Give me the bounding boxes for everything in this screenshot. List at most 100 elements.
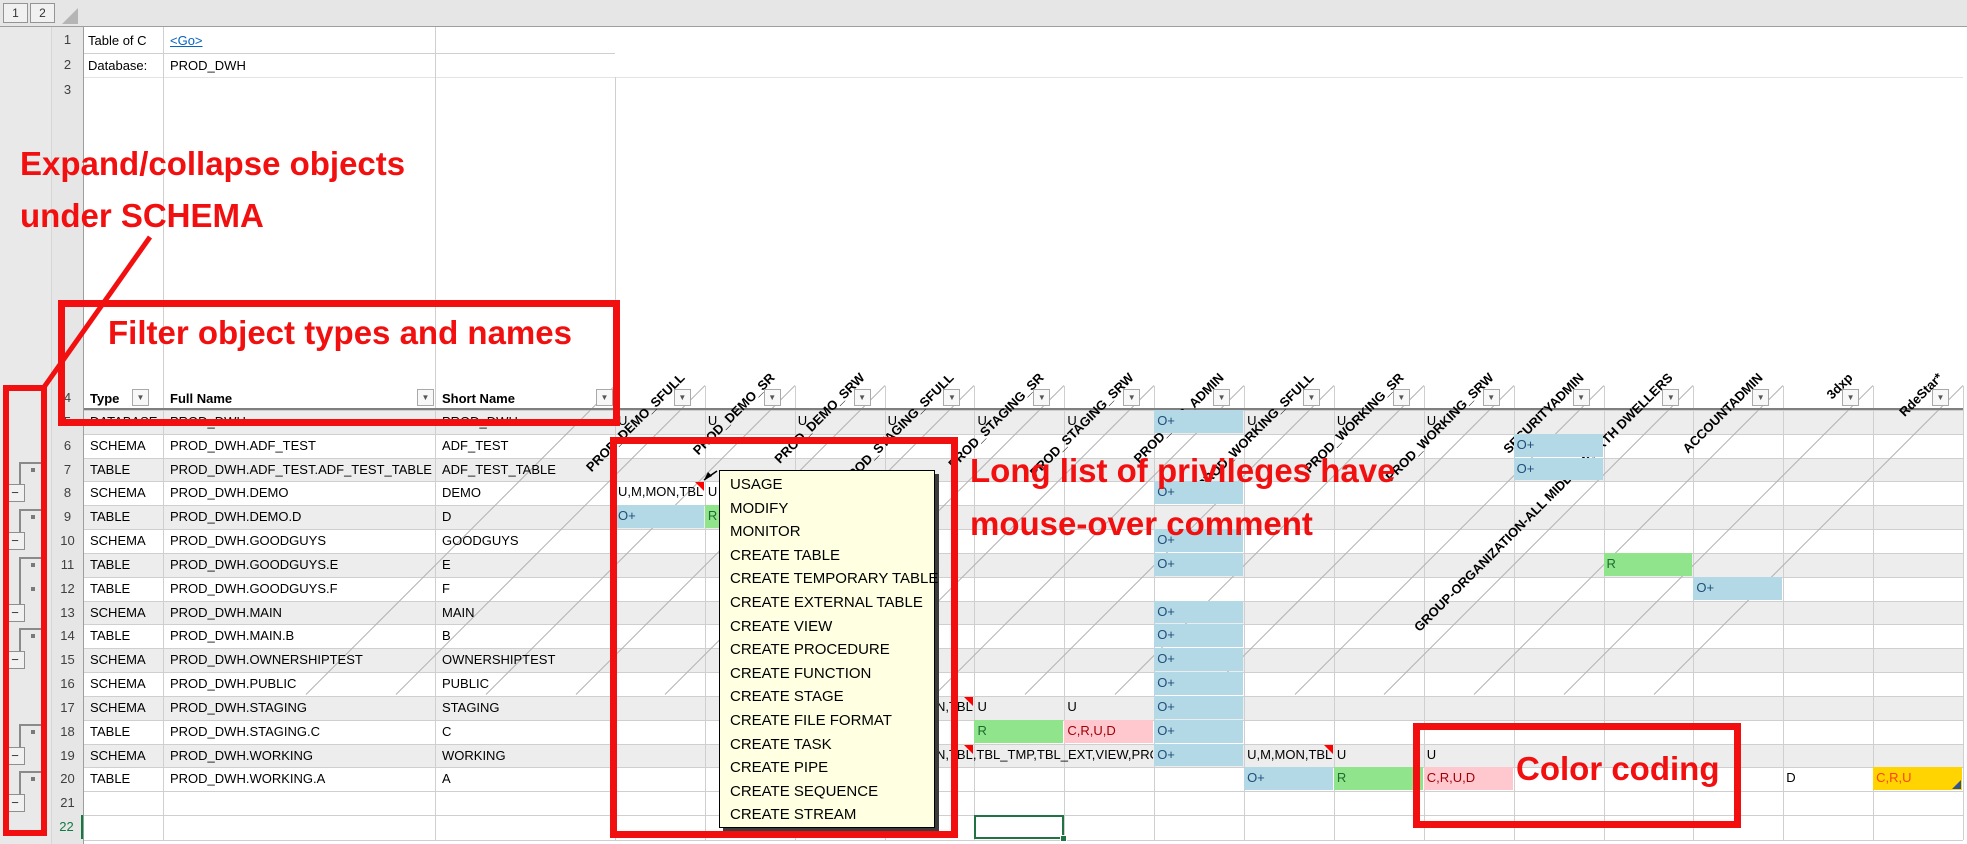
cell-type-row-15[interactable]: SCHEMA [86,648,162,672]
grid-cell-K19[interactable]: U,M,MON,TBL,TE [1244,744,1333,767]
cell-short-name-row-15[interactable]: OWNERSHIPTEST [438,648,614,672]
filter-dropdown-col-G[interactable]: ▼ [943,389,961,406]
row-header-7[interactable]: 7 [52,458,83,482]
cell-full-name-row-18[interactable]: PROD_DWH.STAGING.C [166,720,434,744]
cell-type-row-18[interactable]: TABLE [86,720,162,744]
cell-short-name-row-10[interactable]: GOODGUYS [438,529,614,553]
row-header-4[interactable]: 4 [52,386,83,410]
grid-cell-D9[interactable]: O+ [615,505,704,529]
filter-dropdown-full-name[interactable]: ▼ [417,389,434,406]
cell-type-row-16[interactable]: SCHEMA [86,672,162,696]
grid-cell-G5[interactable]: U [885,410,974,433]
cell-full-name-row-17[interactable]: PROD_DWH.STAGING [166,696,434,720]
cell-type-row-12[interactable]: TABLE [86,577,162,601]
cell-full-name-row-8[interactable]: PROD_DWH.DEMO [166,481,434,505]
grid-cell-J19[interactable]: O+ [1154,743,1244,767]
row-header-6[interactable]: 6 [52,434,83,458]
cell-short-name-row-7[interactable]: ADF_TEST_TABLE [438,458,614,482]
grid-cell-J15[interactable]: O+ [1154,648,1244,672]
row-header-14[interactable]: 14 [52,624,83,648]
row-header-2[interactable]: 2 [52,53,83,77]
row-header-19[interactable]: 19 [52,744,83,768]
filter-dropdown-col-E[interactable]: ▼ [763,389,781,406]
outline-collapse-button-row-21[interactable]: − [5,794,25,813]
cell-type-row-6[interactable]: SCHEMA [86,434,162,458]
row-header-22[interactable]: 22 [52,815,83,839]
outline-level-1-button[interactable]: 1 [3,3,28,23]
row-header-9[interactable]: 9 [52,505,83,529]
row-header-21[interactable]: 21 [52,791,83,815]
header-short-name[interactable]: Short Name [438,387,578,410]
cell-b2-database-name[interactable]: PROD_DWH [166,54,366,78]
row-header-15[interactable]: 15 [52,648,83,672]
grid-cell-L19[interactable]: U [1334,744,1423,767]
cell-full-name-row-19[interactable]: PROD_DWH.WORKING [166,744,434,768]
grid-cell-M19[interactable]: U [1424,744,1513,767]
cell-type-row-19[interactable]: SCHEMA [86,744,162,768]
cell-full-name-row-9[interactable]: PROD_DWH.DEMO.D [166,505,434,529]
grid-cell-K5[interactable]: U [1244,410,1333,433]
cell-type-row-13[interactable]: SCHEMA [86,601,162,625]
filter-dropdown-col-F[interactable]: ▼ [853,389,871,406]
filter-dropdown-col-Q[interactable]: ▼ [1842,389,1860,406]
active-cell-selection[interactable] [974,815,1065,840]
cell-short-name-row-17[interactable]: STAGING [438,696,614,720]
grid-cell-J5[interactable]: O+ [1154,410,1244,433]
grid-cell-J16[interactable]: O+ [1154,672,1244,695]
row-header-1[interactable]: 1 [52,27,83,53]
row-header-18[interactable]: 18 [52,720,83,744]
grid-cell-D8[interactable]: U,M,MON,TBL,TE [615,481,704,504]
cell-type-row-10[interactable]: SCHEMA [86,529,162,553]
cell-short-name-row-5[interactable]: PROD_DWH [438,410,614,434]
grid-cell-L20[interactable]: R [1333,767,1423,791]
row-header-13[interactable]: 13 [52,601,83,625]
grid-cell-Q20[interactable]: D [1783,767,1872,790]
cell-full-name-row-14[interactable]: PROD_DWH.MAIN.B [166,624,434,648]
filter-dropdown-col-P[interactable]: ▼ [1752,389,1770,406]
cell-type-row-20[interactable]: TABLE [86,767,162,791]
filter-dropdown-short-name[interactable]: ▼ [596,389,613,406]
filter-dropdown-col-N[interactable]: ▼ [1572,389,1590,406]
row-header-10[interactable]: 10 [52,529,83,553]
cell-short-name-row-6[interactable]: ADF_TEST [438,434,614,458]
outline-collapse-button-row-8[interactable]: − [5,484,25,503]
grid-cell-P12[interactable]: O+ [1693,576,1783,600]
grid-cell-N7[interactable]: O+ [1513,457,1603,481]
cell-short-name-row-16[interactable]: PUBLIC [438,672,614,696]
cell-type-row-7[interactable]: TABLE [86,458,162,482]
grid-cell-D5[interactable]: U [615,410,704,433]
grid-cell-E5[interactable]: U [705,410,794,433]
filter-dropdown-col-M[interactable]: ▼ [1482,389,1500,406]
cell-full-name-row-7[interactable]: PROD_DWH.ADF_TEST.ADF_TEST_TABLE [166,458,434,482]
cell-full-name-row-20[interactable]: PROD_DWH.WORKING.A [166,767,434,791]
cell-full-name-row-6[interactable]: PROD_DWH.ADF_TEST [166,434,434,458]
row-header-20[interactable]: 20 [52,767,83,791]
cell-short-name-row-18[interactable]: C [438,720,614,744]
grid-cell-J11[interactable]: O+ [1154,552,1244,576]
selection-fill-handle[interactable] [1060,835,1068,843]
cell-short-name-row-13[interactable]: MAIN [438,601,614,625]
row-header-16[interactable]: 16 [52,672,83,696]
grid-cell-J18[interactable]: O+ [1154,719,1244,743]
cell-full-name-row-15[interactable]: PROD_DWH.OWNERSHIPTEST [166,648,434,672]
grid-cell-I5[interactable]: U [1064,410,1153,433]
cell-a2[interactable]: Database: [84,54,162,78]
filter-dropdown-col-D[interactable]: ▼ [673,389,691,406]
filter-dropdown-col-I[interactable]: ▼ [1123,389,1141,406]
cell-full-name-row-12[interactable]: PROD_DWH.GOODGUYS.F [166,577,434,601]
cell-short-name-row-14[interactable]: B [438,624,614,648]
cell-type-row-5[interactable]: DATABASE [86,410,162,434]
grid-cell-O11[interactable]: R [1603,552,1693,576]
outline-level-2-button[interactable]: 2 [30,3,55,23]
cell-short-name-row-9[interactable]: D [438,505,614,529]
filter-dropdown-col-J[interactable]: ▼ [1213,389,1231,406]
cell-full-name-row-13[interactable]: PROD_DWH.MAIN [166,601,434,625]
outline-collapse-button-row-13[interactable]: − [5,603,25,622]
grid-cell-M5[interactable]: U [1424,410,1513,433]
outline-collapse-button-row-10[interactable]: − [5,532,25,551]
cell-full-name-row-16[interactable]: PROD_DWH.PUBLIC [166,672,434,696]
filter-dropdown-col-H[interactable]: ▼ [1033,389,1051,406]
grid-cell-I17[interactable]: U [1064,696,1153,719]
filter-dropdown-col-R[interactable]: ▼ [1932,389,1949,406]
row-header-5[interactable]: 5 [52,410,83,434]
